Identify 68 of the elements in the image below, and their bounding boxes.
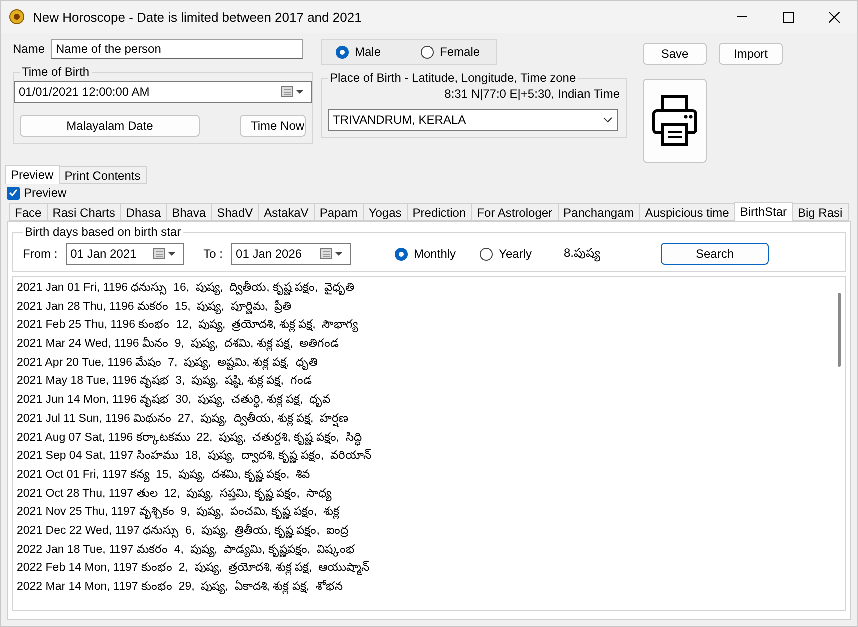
print-button[interactable] <box>643 79 707 163</box>
preview-checkbox[interactable] <box>7 186 20 200</box>
place-dropdown[interactable]: TRIVANDRUM, KERALA <box>328 109 618 131</box>
name-field[interactable]: Name of the person <box>51 39 304 59</box>
tab[interactable]: Big Rasi <box>792 203 849 221</box>
tab[interactable]: Print Contents <box>58 166 147 184</box>
result-row[interactable]: 2021 Apr 20 Tue, 1196 మేషం 7, పుష్య, అష్టమి, శుక్ల పక్ష, ధృతి <box>17 354 829 372</box>
result-row[interactable]: 2021 Oct 28 Thu, 1197 తుల 12, పుష్య, సప్తమి, కృష్ణ పక్షం, సాధ్య <box>17 484 829 504</box>
calendar-dropdown-icon[interactable] <box>281 86 307 98</box>
result-row[interactable]: 2021 Dec 22 Wed, 1197 ధనుస్సు 6, పుష్య, త్రితీయ, కృష్ణ పక్షం, ఐంద్ర <box>17 522 829 541</box>
gender-radio[interactable]: Male <box>336 45 382 59</box>
result-row[interactable]: 2021 Jul 11 Sun, 1196 మిథునం 27, పుష్య, ద్వితీయ, శుక్ల పక్ష, హర్షణ <box>17 410 829 428</box>
group-title: Place of Birth - Latitude, Longitude, Time zone <box>329 71 578 85</box>
from-label: From : <box>23 247 58 261</box>
result-row[interactable]: 2021 Nov 25 Thu, 1197 వృశ్చికం 9, పుష్య, పంచమి, కృష్ణ పక్షం, శుక్ల <box>17 503 829 522</box>
search-button[interactable]: Search <box>660 243 769 265</box>
to-date-picker[interactable]: 01 Jan 2026 <box>231 243 352 265</box>
group-title: Time of Birth <box>21 65 91 79</box>
import-button[interactable]: Import <box>719 43 783 65</box>
result-row[interactable]: 2021 Sep 04 Sat, 1197 సింహము 18, పుష్య, ద్వాదశి, కృష్ణ పక్షం, వరియాన్ <box>17 447 829 466</box>
result-row[interactable]: 2022 Mar 14 Mon, 1197 కుంభం 29, పుష్య, ఏకాదశి, శుక్ల పక్ష, శోభన <box>17 578 829 597</box>
chevron-down-icon[interactable] <box>603 117 613 123</box>
result-row[interactable]: 2021 May 18 Tue, 1196 వృషభ 3, పుష్య, షష్ఠి, శుక్ల పక్ష, గండ <box>17 372 829 392</box>
tab[interactable]: Panchangam <box>558 203 640 221</box>
period-radio[interactable]: Yearly <box>480 247 532 261</box>
result-row[interactable]: 2022 Jan 18 Tue, 1197 మకరం 4, పుష్య, పాడ్యమి, కృష్ణపక్షం, విష్కంభ <box>17 540 829 560</box>
from-date-picker[interactable]: 01 Jan 2021 <box>66 243 184 265</box>
tab[interactable]: For Astrologer <box>471 203 559 221</box>
result-row[interactable]: 2021 Jun 14 Mon, 1196 వృషభ 30, పుష్య, చతుర్థి, శుక్ల పక్ష, ధృవ <box>17 391 829 410</box>
group-title: Birth days based on birth star <box>24 225 182 239</box>
scrollbar-thumb[interactable] <box>838 293 840 367</box>
minimize-icon[interactable] <box>737 16 747 18</box>
period-radio[interactable]: Monthly <box>395 247 456 261</box>
printer-icon <box>651 93 699 149</box>
checkbox-label: Preview <box>24 186 67 200</box>
result-row[interactable]: 2021 Aug 07 Sat, 1196 కర్కాటకము 22, పుష్య, చతుర్దశి, కృష్ణ పక్షం, సిద్ధి <box>17 428 829 448</box>
gender-radio[interactable]: Female <box>421 45 480 59</box>
result-row[interactable]: 2021 Jan 28 Thu, 1196 మకరం 15, పుష్య, పూర్ణిమ, ప్రీతి <box>17 298 829 316</box>
calendar-dropdown-icon[interactable] <box>152 248 179 260</box>
tab[interactable]: Face <box>9 203 48 221</box>
window-title: New Horoscope - Date is limited between 2017 and 2021 <box>33 10 363 24</box>
birth-star-text: 8.పుష్య <box>564 246 601 262</box>
maximize-icon[interactable] <box>782 12 794 22</box>
result-row[interactable]: 2021 Oct 01 Fri, 1197 కన్య 15, పుష్య, దశమి, కృష్ణ పక్షం, శివ <box>17 466 829 485</box>
result-row[interactable]: 2021 Mar 24 Wed, 1196 మీనం 9, పుష్య, దశమి, శుక్ల పక్ష, అతిగండ <box>17 335 829 354</box>
app-logo-icon <box>9 9 25 25</box>
tab[interactable]: AstakaV <box>258 203 315 221</box>
tab[interactable]: Rasi Charts <box>46 203 122 221</box>
tab[interactable]: Dhasa <box>120 203 168 221</box>
to-label: To : <box>204 247 224 261</box>
tab[interactable]: Yogas <box>362 203 408 221</box>
time-now-button[interactable]: Time Now <box>240 115 306 137</box>
name-label: Name <box>13 42 46 56</box>
result-row[interactable]: 2021 Jan 01 Fri, 1196 ధనుస్సు 16, పుష్య, ద్వితీయ, కృష్ణ పక్షం, వైధృతి <box>17 279 829 298</box>
tab[interactable]: Auspicious time <box>639 203 736 221</box>
tab[interactable]: Preview <box>5 165 60 184</box>
close-icon[interactable] <box>828 12 840 22</box>
tab[interactable]: ShadV <box>211 203 260 221</box>
tab[interactable]: BirthStar <box>734 202 793 221</box>
coordinates-text: 8:31 N|77:0 E|+5:30, Indian Time <box>444 87 620 101</box>
result-row[interactable]: 2022 Feb 14 Mon, 1197 కుంభం 2, పుష్య, త్రయోదశి, శుక్ల పక్ష, ఆయుష్మాన్ <box>17 559 829 578</box>
result-row[interactable]: 2021 Feb 25 Thu, 1196 కుంభం 12, పుష్య, త్రయోదశి, శుక్ల పక్ష, సౌభాగ్య <box>17 316 829 336</box>
tab[interactable]: Papam <box>314 203 364 221</box>
save-button[interactable]: Save <box>643 43 707 65</box>
date-time-picker[interactable]: 01/01/2021 12:00:00 AM <box>14 81 312 103</box>
calendar-date-button[interactable]: Malayalam Date <box>20 115 200 137</box>
tab[interactable]: Prediction <box>406 203 472 221</box>
tab[interactable]: Bhava <box>166 203 212 221</box>
